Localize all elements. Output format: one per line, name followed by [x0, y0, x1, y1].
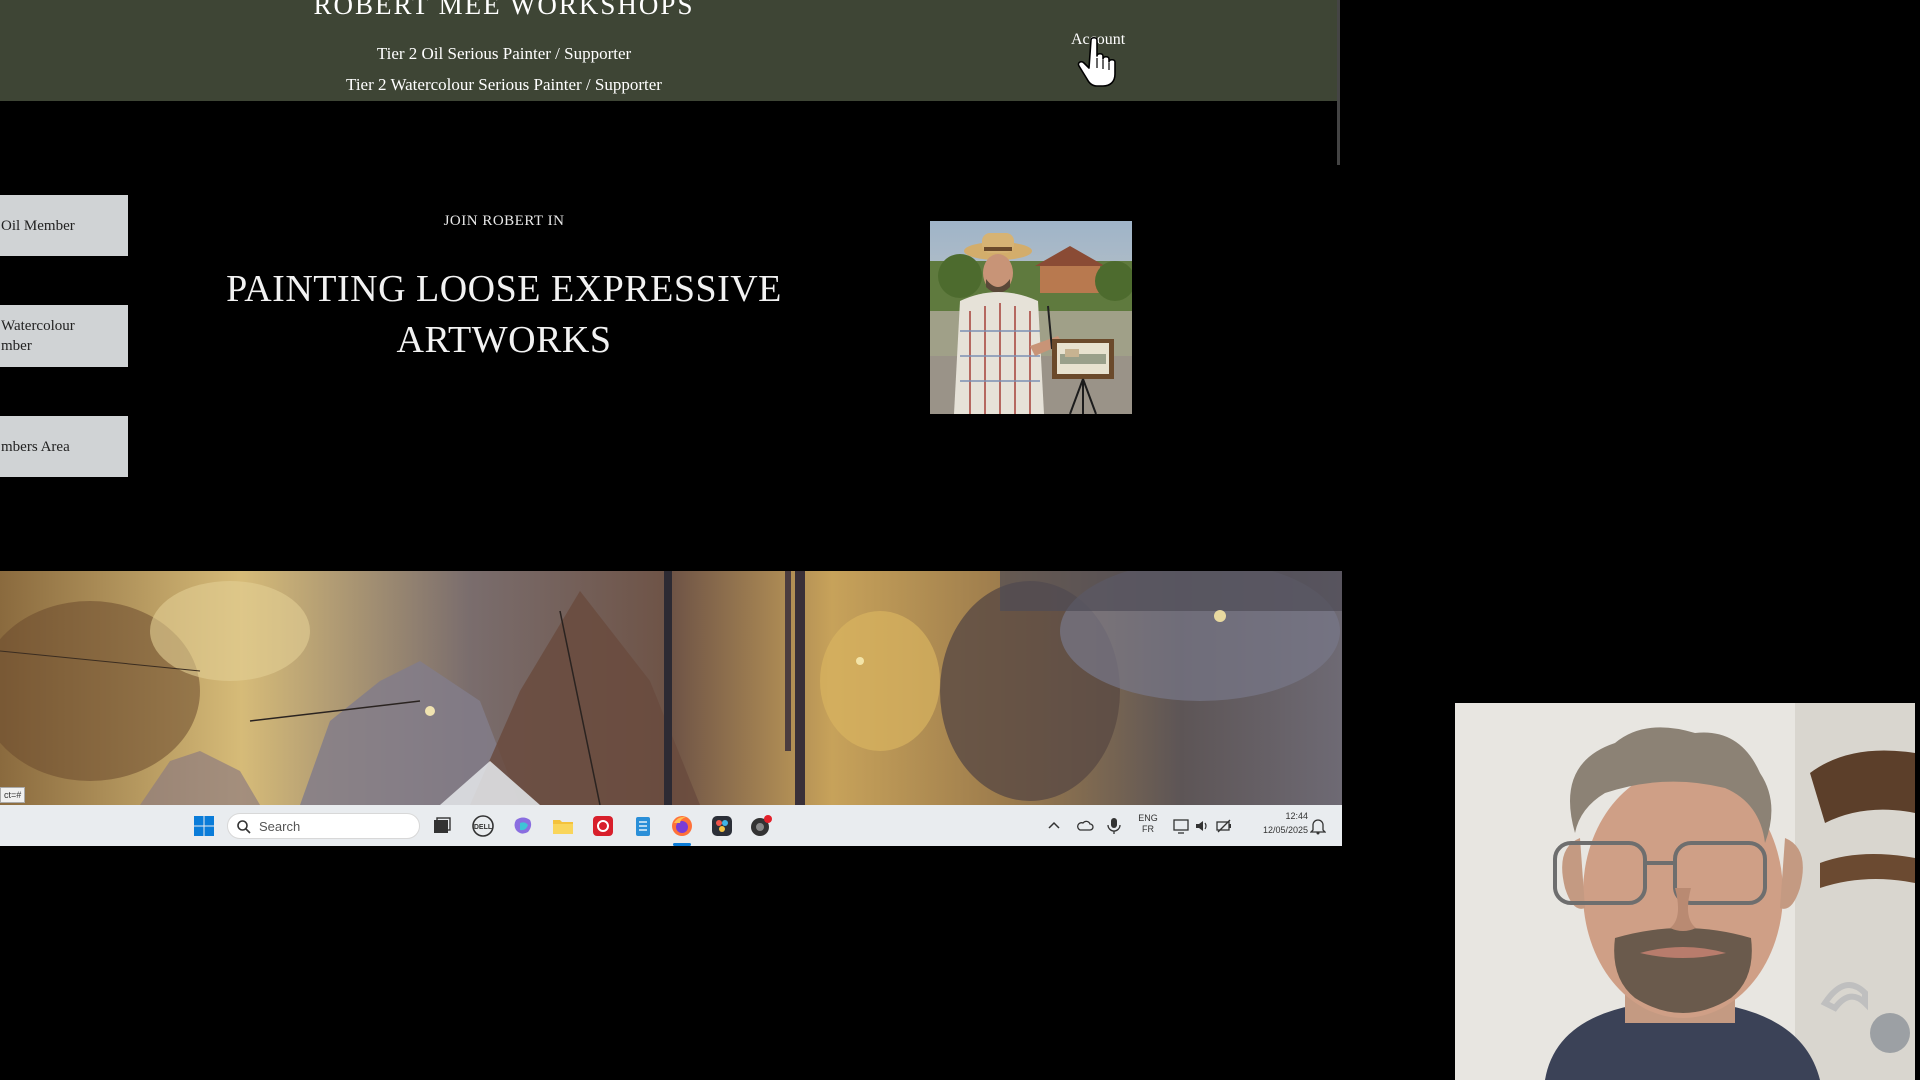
page-scrollbar[interactable] — [1337, 0, 1340, 165]
svg-text:DELL: DELL — [474, 824, 493, 831]
taskbar-search-placeholder: Search — [259, 819, 301, 834]
task-view-icon[interactable] — [430, 814, 454, 838]
hero-headline-line2: ARTWORKS — [396, 319, 612, 361]
tier2-watercolour-link[interactable]: Tier 2 Watercolour Serious Painter / Sup… — [0, 75, 1008, 95]
hero-kicker: JOIN ROBERT IN — [443, 213, 565, 229]
windows-taskbar: Search DELL ENG FR 12:44 12/05/2025 — [0, 805, 1342, 846]
keyboard-layout-code: FR — [1142, 824, 1154, 834]
input-language-indicator[interactable]: ENG FR — [1134, 813, 1162, 835]
dell-icon[interactable]: DELL — [471, 814, 495, 838]
clock-time: 12:44 — [1285, 811, 1308, 821]
microphone-icon[interactable] — [1106, 817, 1122, 835]
hero-headline: PAINTING LOOSE EXPRESSIVE ARTWORKS — [0, 264, 1008, 366]
search-icon — [237, 820, 251, 834]
hand-pointer-cursor-icon — [1077, 36, 1116, 87]
active-app-indicator — [673, 843, 691, 846]
taskbar-search-box[interactable]: Search — [227, 813, 420, 839]
hero-headline-line1: PAINTING LOOSE EXPRESSIVE — [226, 268, 782, 310]
browser-viewport: ROBERT MEE WORKSHOPS Tier 2 Oil Serious … — [0, 0, 1342, 846]
language-code: ENG — [1138, 813, 1158, 823]
app-badge-icon[interactable] — [749, 814, 773, 838]
clock[interactable]: 12:44 12/05/2025 — [1242, 811, 1308, 836]
watercolour-banner-image — [0, 571, 1342, 805]
battery-plug-icon[interactable] — [1215, 817, 1233, 835]
volume-icon[interactable] — [1193, 817, 1211, 835]
copilot-icon[interactable] — [511, 814, 535, 838]
notepad-icon[interactable] — [631, 814, 655, 838]
members-area-button[interactable]: mbers Area — [0, 416, 128, 477]
network-monitor-icon[interactable] — [1172, 817, 1190, 835]
tier2-oil-link[interactable]: Tier 2 Oil Serious Painter / Supporter — [0, 44, 1008, 64]
notification-bell-icon[interactable] — [1310, 817, 1326, 835]
davinci-resolve-icon[interactable] — [710, 814, 734, 838]
windows-start-icon[interactable] — [192, 814, 216, 838]
status-bar-url: ct=# — [0, 787, 26, 803]
file-explorer-icon[interactable] — [551, 814, 575, 838]
site-title[interactable]: ROBERT MEE WORKSHOPS — [0, 0, 1008, 21]
webcam-overlay-video — [1455, 703, 1915, 1080]
clock-date: 12/05/2025 — [1262, 825, 1308, 835]
firefox-icon[interactable] — [670, 814, 694, 838]
chevron-up-icon[interactable] — [1046, 818, 1062, 834]
onedrive-cloud-icon[interactable] — [1076, 817, 1094, 835]
site-header: ROBERT MEE WORKSHOPS Tier 2 Oil Serious … — [0, 0, 1340, 101]
artist-photo — [930, 221, 1132, 414]
app-red-icon[interactable] — [591, 814, 615, 838]
